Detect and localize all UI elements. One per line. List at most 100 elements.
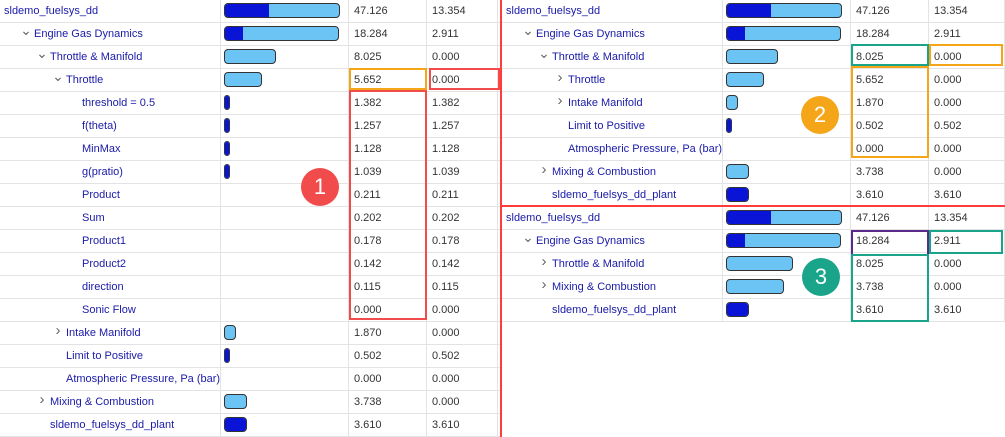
bar-cell bbox=[221, 391, 349, 413]
self-time-cell: 0.000 bbox=[929, 69, 1005, 91]
table-row[interactable]: Limit to Positive 0.502 0.502 bbox=[0, 345, 500, 368]
self-time-cell: 0.000 bbox=[427, 322, 498, 344]
name-cell[interactable]: › Intake Manifold bbox=[502, 92, 723, 114]
self-time-cell: 0.000 bbox=[929, 161, 1005, 183]
self-time-value: 0.000 bbox=[934, 281, 962, 293]
name-cell[interactable]: › Mixing & Combustion bbox=[502, 276, 723, 298]
row-label: Engine Gas Dynamics bbox=[536, 235, 645, 247]
self-time-fill bbox=[225, 4, 269, 17]
chevron-down-icon[interactable]: ⌄ bbox=[522, 23, 534, 37]
name-cell[interactable]: sldemo_fuelsys_dd_plant bbox=[502, 184, 723, 206]
chevron-right-icon[interactable]: › bbox=[554, 70, 566, 85]
table-row[interactable]: › Intake Manifold 1.870 0.000 bbox=[0, 322, 500, 345]
self-time-value: 1.128 bbox=[432, 143, 460, 155]
name-cell[interactable]: Sonic Flow bbox=[0, 299, 221, 321]
name-cell[interactable]: Limit to Positive bbox=[0, 345, 221, 367]
table-row[interactable]: › Throttle 5.652 0.000 bbox=[502, 69, 1005, 92]
name-cell[interactable]: threshold = 0.5 bbox=[0, 92, 221, 114]
table-row[interactable]: ⌄ Engine Gas Dynamics 18.284 2.911 bbox=[502, 23, 1005, 46]
self-time-fill bbox=[225, 27, 243, 40]
total-time-cell: 0.502 bbox=[349, 345, 427, 367]
self-time-fill bbox=[727, 234, 745, 247]
row-label: sldemo_fuelsys_dd bbox=[4, 5, 99, 17]
row-label: MinMax bbox=[82, 143, 121, 155]
table-row[interactable]: sldemo_fuelsys_dd 47.126 13.354 bbox=[502, 207, 1005, 230]
profiler-tree-right-top: sldemo_fuelsys_dd 47.126 13.354 ⌄ Engine Gas… bbox=[502, 0, 1005, 207]
name-cell[interactable]: › Mixing & Combustion bbox=[502, 161, 723, 183]
table-row[interactable]: sldemo_fuelsys_dd 47.126 13.354 bbox=[0, 0, 500, 23]
name-cell[interactable]: › Intake Manifold bbox=[0, 322, 221, 344]
row-label: Intake Manifold bbox=[66, 327, 141, 339]
self-time-value: 2.911 bbox=[934, 28, 961, 40]
chevron-right-icon[interactable]: › bbox=[36, 392, 48, 407]
name-cell[interactable]: sldemo_fuelsys_dd bbox=[502, 207, 723, 229]
chevron-down-icon[interactable]: ⌄ bbox=[538, 46, 550, 60]
row-label: Intake Manifold bbox=[568, 97, 643, 109]
name-cell[interactable]: Limit to Positive bbox=[502, 115, 723, 137]
table-row[interactable]: Limit to Positive 0.502 0.502 bbox=[502, 115, 1005, 138]
table-row[interactable]: sldemo_fuelsys_dd_plant 3.610 3.610 bbox=[502, 184, 1005, 207]
total-time-cell: 18.284 bbox=[851, 23, 929, 45]
total-time-value: 3.738 bbox=[856, 166, 884, 178]
table-row[interactable]: › Throttle & Manifold 8.025 0.000 bbox=[502, 253, 1005, 276]
total-time-cell: 3.610 bbox=[349, 414, 427, 436]
name-cell[interactable]: ⌄ Throttle & Manifold bbox=[0, 46, 221, 68]
chevron-right-icon[interactable]: › bbox=[538, 277, 550, 292]
self-time-value: 3.610 bbox=[934, 189, 962, 201]
bar-cell bbox=[221, 0, 349, 22]
name-cell[interactable]: f(theta) bbox=[0, 115, 221, 137]
name-cell[interactable]: g(pratio) bbox=[0, 161, 221, 183]
name-cell[interactable]: ⌄ Engine Gas Dynamics bbox=[0, 23, 221, 45]
highlight-box-tm-v2 bbox=[929, 44, 1003, 66]
chevron-down-icon[interactable]: ⌄ bbox=[36, 46, 48, 60]
self-time-value: 0.178 bbox=[432, 235, 460, 247]
name-cell[interactable]: ⌄ Throttle bbox=[0, 69, 221, 91]
chevron-down-icon[interactable]: ⌄ bbox=[522, 230, 534, 244]
table-row[interactable]: sldemo_fuelsys_dd_plant 3.610 3.610 bbox=[502, 299, 1005, 322]
name-cell[interactable]: Atmospheric Pressure, Pa (bar) bbox=[0, 368, 221, 390]
table-row[interactable]: › Mixing & Combustion 3.738 0.000 bbox=[0, 391, 500, 414]
table-row[interactable]: ⌄ Engine Gas Dynamics 18.284 2.911 bbox=[0, 23, 500, 46]
table-row[interactable]: › Mixing & Combustion 3.738 0.000 bbox=[502, 161, 1005, 184]
table-row[interactable]: Atmospheric Pressure, Pa (bar) 0.000 0.000 bbox=[502, 138, 1005, 161]
name-cell[interactable]: Product bbox=[0, 184, 221, 206]
name-cell[interactable]: ⌄ Throttle & Manifold bbox=[502, 46, 723, 68]
table-row[interactable]: › Mixing & Combustion 3.738 0.000 bbox=[502, 276, 1005, 299]
table-row[interactable]: sldemo_fuelsys_dd 47.126 13.354 bbox=[502, 0, 1005, 23]
self-time-value: 0.000 bbox=[432, 327, 460, 339]
name-cell[interactable]: ⌄ Engine Gas Dynamics bbox=[502, 230, 723, 252]
chevron-down-icon[interactable]: ⌄ bbox=[20, 23, 32, 37]
name-cell[interactable]: sldemo_fuelsys_dd bbox=[0, 0, 221, 22]
chevron-right-icon[interactable]: › bbox=[52, 323, 64, 338]
chevron-right-icon[interactable]: › bbox=[554, 93, 566, 108]
chevron-right-icon[interactable]: › bbox=[538, 254, 550, 269]
total-time-value: 0.000 bbox=[354, 373, 382, 385]
name-cell[interactable]: ⌄ Engine Gas Dynamics bbox=[502, 23, 723, 45]
row-label: sldemo_fuelsys_dd bbox=[506, 212, 601, 224]
name-cell[interactable]: › Throttle bbox=[502, 69, 723, 91]
name-cell[interactable]: sldemo_fuelsys_dd_plant bbox=[0, 414, 221, 436]
time-bar bbox=[224, 417, 247, 432]
name-cell[interactable]: Atmospheric Pressure, Pa (bar) bbox=[502, 138, 723, 160]
self-time-fill bbox=[225, 349, 229, 362]
table-row[interactable]: › Intake Manifold 1.870 0.000 bbox=[502, 92, 1005, 115]
chevron-down-icon[interactable]: ⌄ bbox=[52, 69, 64, 83]
name-cell[interactable]: sldemo_fuelsys_dd bbox=[502, 0, 723, 22]
name-cell[interactable]: Product1 bbox=[0, 230, 221, 252]
name-cell[interactable]: MinMax bbox=[0, 138, 221, 160]
name-cell[interactable]: › Throttle & Manifold bbox=[502, 253, 723, 275]
row-label: direction bbox=[82, 281, 124, 293]
self-time-cell: 2.911 bbox=[929, 23, 1005, 45]
chevron-right-icon[interactable]: › bbox=[538, 162, 550, 177]
self-time-fill bbox=[727, 4, 771, 17]
name-cell[interactable]: direction bbox=[0, 276, 221, 298]
name-cell[interactable]: › Mixing & Combustion bbox=[0, 391, 221, 413]
name-cell[interactable]: sldemo_fuelsys_dd_plant bbox=[502, 299, 723, 321]
name-cell[interactable]: Product2 bbox=[0, 253, 221, 275]
table-row[interactable]: ⌄ Throttle & Manifold 8.025 0.000 bbox=[0, 46, 500, 69]
bar-cell bbox=[723, 138, 851, 160]
table-row[interactable]: Atmospheric Pressure, Pa (bar) 0.000 0.000 bbox=[0, 368, 500, 391]
self-time-value: 0.202 bbox=[432, 212, 460, 224]
name-cell[interactable]: Sum bbox=[0, 207, 221, 229]
table-row[interactable]: sldemo_fuelsys_dd_plant 3.610 3.610 bbox=[0, 414, 500, 437]
